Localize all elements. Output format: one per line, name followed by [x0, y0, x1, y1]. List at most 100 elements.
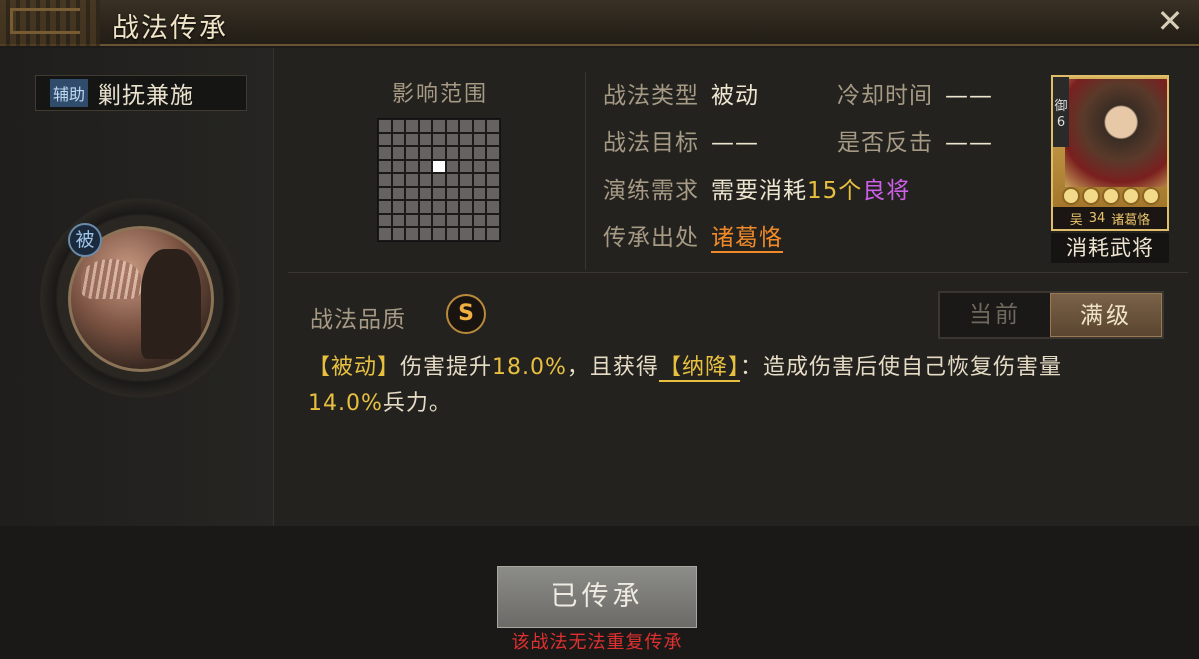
divider — [585, 72, 586, 270]
range-cell — [433, 120, 445, 132]
toggle-max[interactable]: 满级 — [1050, 293, 1162, 337]
range-cell — [460, 174, 472, 186]
desc-tag: 【被动】 — [308, 355, 401, 380]
range-cell — [433, 214, 445, 227]
range-cell — [392, 201, 405, 213]
card-info: 吴 34 诸葛恪 — [1053, 207, 1167, 229]
info-target-row: 战法目标 —— — [603, 123, 759, 157]
practice-label: 演练需求 — [603, 178, 699, 204]
range-cell — [460, 228, 472, 240]
range-cell — [379, 174, 391, 186]
skill-name-tag: 辅助 剿抚兼施 — [35, 75, 247, 111]
title-bar: 战法传承 ✕ — [0, 0, 1199, 46]
range-cell — [446, 201, 459, 213]
main-panel: 辅助 剿抚兼施 被 影响范围 战法类型 被动 冷却时间 —— 战法目标 —— 是否反击… — [0, 48, 1199, 526]
range-cell — [487, 147, 499, 159]
range-cell — [446, 174, 459, 186]
range-cell — [392, 160, 405, 173]
range-cell — [392, 174, 405, 186]
counter-value: —— — [945, 130, 993, 156]
divider — [288, 272, 1188, 273]
general-name: 诸葛恪 — [1111, 212, 1151, 228]
range-cell — [487, 160, 499, 173]
level-value: 34 — [1088, 210, 1106, 226]
skill-name: 剿抚兼施 — [98, 83, 195, 109]
range-cell — [460, 147, 472, 159]
range-cell — [487, 133, 499, 146]
range-cell — [419, 214, 432, 227]
general-portrait — [1065, 79, 1167, 187]
practice-count: 15个 — [807, 178, 863, 204]
warning-text: 该战法无法重复传承 — [511, 632, 683, 653]
range-cell — [406, 174, 418, 186]
star-icon — [1122, 187, 1140, 205]
range-cell — [379, 187, 391, 200]
info-cooldown-row: 冷却时间 —— — [837, 76, 993, 110]
range-cell — [433, 147, 445, 159]
desc-text: ：造成伤害后使自己恢复伤害量 — [739, 355, 1062, 380]
close-icon[interactable]: ✕ — [1155, 5, 1185, 37]
range-cell — [392, 228, 405, 240]
info-practice-row: 演练需求 需要消耗15个良将 — [603, 171, 910, 205]
card-faction: 御6 — [1053, 77, 1069, 147]
range-label: 影响范围 — [391, 82, 488, 107]
range-cell — [406, 160, 418, 173]
desc-text: 伤害提升 — [400, 355, 493, 380]
passive-badge: 被 — [68, 223, 102, 257]
range-cell — [473, 201, 486, 213]
range-cell — [433, 228, 445, 240]
range-cell — [392, 133, 405, 146]
range-cell — [392, 214, 405, 227]
desc-text: 兵力。 — [382, 391, 452, 416]
range-cell — [473, 228, 486, 240]
range-cell — [379, 160, 391, 173]
range-cell — [406, 147, 418, 159]
range-cell — [419, 160, 432, 173]
inherited-button[interactable]: 已传承 — [497, 566, 697, 628]
range-cell — [446, 160, 459, 173]
toggle-current[interactable]: 当前 — [940, 293, 1050, 337]
source-general-link[interactable]: 诸葛恪 — [711, 225, 783, 253]
range-cell — [379, 228, 391, 240]
skill-description: 【被动】伤害提升18.0%，且获得【纳降】：造成伤害后使自己恢复伤害量 14.0%… — [308, 350, 1148, 422]
quality-label: 战法品质 — [310, 307, 406, 333]
range-cell — [433, 187, 445, 200]
desc-status-link[interactable]: 【纳降】 — [658, 355, 740, 382]
range-cell — [406, 187, 418, 200]
target-value: —— — [711, 130, 759, 156]
range-cell — [446, 147, 459, 159]
star-icon — [1102, 187, 1120, 205]
range-cell — [379, 201, 391, 213]
range-cell — [473, 160, 486, 173]
cost-value: 6 — [1056, 115, 1066, 130]
title-ornament — [0, 0, 100, 46]
practice-prefix: 需要消耗 — [711, 178, 807, 204]
desc-value: 14.0% — [308, 391, 383, 416]
range-cell-active — [433, 160, 445, 173]
range-cell — [460, 120, 472, 132]
desc-text: ，且获得 — [566, 355, 659, 380]
source-label: 传承出处 — [603, 225, 699, 251]
range-cell — [379, 133, 391, 146]
skill-sidebar: 辅助 剿抚兼施 被 — [0, 48, 274, 526]
info-counter-row: 是否反击 —— — [837, 123, 993, 157]
general-card[interactable]: 御6 吴 34 诸葛恪 — [1051, 75, 1169, 231]
range-cell — [473, 147, 486, 159]
range-cell — [487, 174, 499, 186]
skill-type-tag: 辅助 — [50, 79, 89, 107]
desc-value: 18.0% — [492, 355, 567, 380]
range-cell — [446, 214, 459, 227]
range-cell — [379, 147, 391, 159]
range-cell — [392, 147, 405, 159]
type-label: 战法类型 — [603, 83, 699, 109]
range-cell — [433, 133, 445, 146]
range-cell — [419, 120, 432, 132]
star-rating — [1057, 187, 1165, 205]
range-cell — [379, 214, 391, 227]
range-grid — [377, 118, 501, 242]
info-type-row: 战法类型 被动 — [603, 76, 759, 110]
range-cell — [473, 214, 486, 227]
range-cell — [433, 201, 445, 213]
range-cell — [406, 133, 418, 146]
range-cell — [473, 120, 486, 132]
